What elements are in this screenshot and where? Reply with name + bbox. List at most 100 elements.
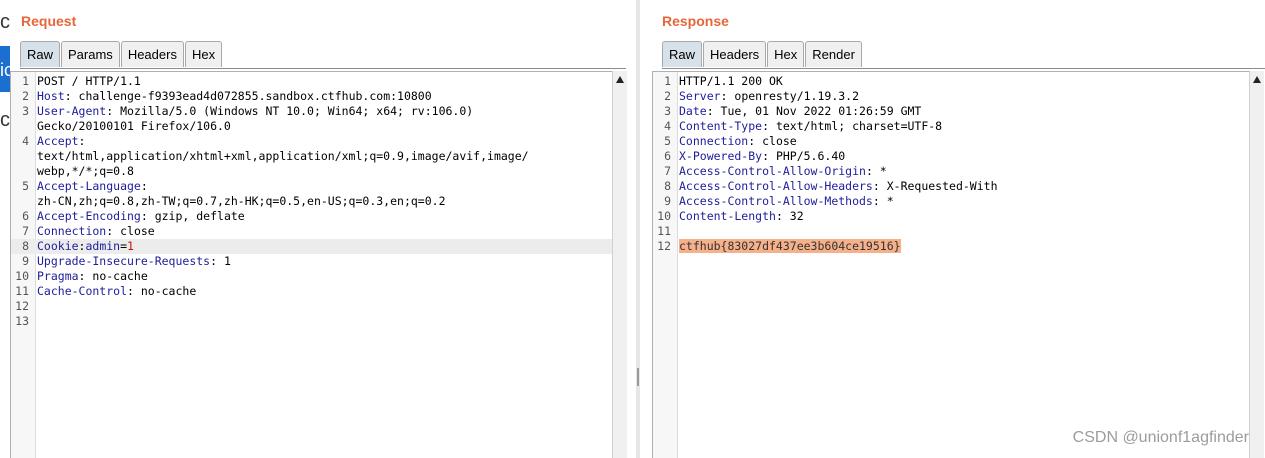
header-name: Upgrade-Insecure-Requests — [37, 254, 211, 268]
line-text: POST / HTTP/1.1 — [37, 74, 141, 89]
code-line: 10 Content-Length: 32 — [653, 209, 1249, 224]
line-number: 11 — [15, 284, 29, 298]
header-name: X-Powered-By — [679, 149, 763, 163]
code-line: 2 Server: openresty/1.19.3.2 — [653, 89, 1249, 104]
code-line: 7 Connection: close — [11, 224, 612, 239]
line-number: 5 — [22, 179, 29, 193]
line-text: Gecko/20100101 Firefox/106.0 — [37, 119, 231, 134]
header-value: zh-CN,zh;q=0.8,zh-TW;q=0.7,zh-HK;q=0.5,e… — [37, 194, 446, 208]
line-text: webp,*/*;q=0.8 — [37, 164, 134, 179]
line-text: Upgrade-Insecure-Requests: 1 — [37, 254, 231, 269]
header-value: : X-Requested-With — [872, 179, 998, 193]
divider-grip[interactable] — [637, 368, 639, 386]
code-line: 4 Accept: — [11, 134, 612, 149]
line-number: 8 — [22, 239, 29, 253]
header-value: : challenge-f9393ead4d072855.sandbox.ctf… — [64, 89, 432, 103]
header-value: : Mozilla/5.0 (Windows NT 10.0; Win64; x… — [106, 104, 474, 118]
response-scrollbar[interactable] — [1249, 71, 1264, 458]
header-value: : — [78, 134, 86, 148]
header-name: Access-Control-Allow-Headers — [679, 179, 873, 193]
header-name: Content-Type — [679, 119, 763, 133]
response-title: Response — [662, 13, 729, 29]
response-tabs: Raw Headers Hex Render — [662, 41, 863, 68]
code-line: 13 — [11, 314, 612, 329]
tab-params[interactable]: Params — [61, 41, 120, 67]
tab-raw[interactable]: Raw — [662, 41, 703, 67]
line-text: User-Agent: Mozilla/5.0 (Windows NT 10.0… — [37, 104, 473, 119]
code-line: webp,*/*;q=0.8 — [11, 164, 612, 179]
request-editor[interactable]: 1 POST / HTTP/1.1 2 Host: challenge-f9393ea… — [10, 71, 612, 458]
header-value: : no-cache — [127, 284, 197, 298]
code-line: 6 X-Powered-By: PHP/5.6.40 — [653, 149, 1249, 164]
line-text: text/html,application/xhtml+xml,applicat… — [37, 149, 529, 164]
tab-headers[interactable]: Headers — [120, 41, 184, 67]
line-number: 3 — [22, 104, 29, 118]
header-value: Gecko/20100101 Firefox/106.0 — [37, 119, 231, 133]
line-number: 12 — [15, 299, 29, 313]
tab-headers[interactable]: Headers — [703, 41, 767, 67]
tab-hex[interactable]: Hex — [184, 41, 223, 67]
line-number: 2 — [664, 89, 671, 103]
header-name: Cookie — [37, 239, 79, 253]
line-text: Accept-Language: — [37, 179, 148, 194]
header-name: Accept — [37, 134, 79, 148]
background-text-fragment: ca — [0, 110, 10, 130]
request-panel: Request Raw Params Headers Hex 1 POST / H… — [10, 0, 636, 458]
header-name: Content-Length — [679, 209, 776, 223]
line-number: 6 — [22, 209, 29, 223]
request-title: Request — [21, 13, 77, 29]
header-value: : * — [872, 194, 894, 208]
header-name: Connection — [679, 134, 749, 148]
header-name: Connection — [37, 224, 107, 238]
line-number: 7 — [22, 224, 29, 238]
line-text: Content-Length: 32 — [679, 209, 804, 224]
tab-render[interactable]: Render — [805, 41, 862, 67]
header-name: admin — [85, 239, 121, 253]
line-number: 7 — [664, 164, 671, 178]
header-value: : PHP/5.6.40 — [762, 149, 846, 163]
code-line: 6 Accept-Encoding: gzip, deflate — [11, 209, 612, 224]
header-name: Host — [37, 89, 65, 103]
line-number: 11 — [657, 224, 671, 238]
header-value: : close — [106, 224, 155, 238]
line-text: ctfhub{83027df437ee3b604ce19516} — [679, 239, 901, 254]
request-tabs: Raw Params Headers Hex — [20, 41, 223, 68]
watermark: CSDN @unionf1agfinder — [1072, 429, 1249, 446]
line-text: Access-Control-Allow-Methods: * — [679, 194, 894, 209]
line-text: Access-Control-Allow-Headers: X-Requeste… — [679, 179, 998, 194]
header-name: Server — [679, 89, 721, 103]
request-lines: 1 POST / HTTP/1.1 2 Host: challenge-f9393ea… — [11, 74, 612, 329]
line-number: 1 — [22, 74, 29, 88]
line-text: Accept: — [37, 134, 85, 149]
line-text: Access-Control-Allow-Origin: * — [679, 164, 887, 179]
line-text: Content-Type: text/html; charset=UTF-8 — [679, 119, 942, 134]
header-value: webp,*/*;q=0.8 — [37, 164, 134, 178]
header-name: Access-Control-Allow-Methods — [679, 194, 873, 208]
tab-hex[interactable]: Hex — [767, 41, 805, 67]
line-text: Server: openresty/1.19.3.2 — [679, 89, 859, 104]
tab-underline — [662, 68, 1265, 69]
line-text: X-Powered-By: PHP/5.6.40 — [679, 149, 845, 164]
request-scrollbar[interactable] — [612, 71, 627, 458]
code-line: text/html,application/xhtml+xml,applicat… — [11, 149, 612, 164]
code-line: 7 Access-Control-Allow-Origin: * — [653, 164, 1249, 179]
line-number: 10 — [657, 209, 671, 223]
response-lines: 1 HTTP/1.1 200 OK 2 Server: openresty/1.19.… — [653, 74, 1249, 254]
tab-underline — [20, 68, 626, 69]
code-line: 4 Content-Type: text/html; charset=UTF-8 — [653, 119, 1249, 134]
arrow-up-icon[interactable] — [1253, 76, 1261, 83]
line-text: Pragma: no-cache — [37, 269, 148, 284]
header-name: Accept-Encoding — [37, 209, 141, 223]
code-line: 3 User-Agent: Mozilla/5.0 (Windows NT 10.… — [11, 104, 612, 119]
line-number: 9 — [22, 254, 29, 268]
line-number: 13 — [15, 314, 29, 328]
tab-raw[interactable]: Raw — [20, 41, 61, 67]
code-line: 5 Accept-Language: — [11, 179, 612, 194]
header-value: : gzip, deflate — [140, 209, 245, 223]
arrow-up-icon[interactable] — [616, 76, 624, 83]
response-editor[interactable]: 1 HTTP/1.1 200 OK 2 Server: openresty/1.19.… — [652, 71, 1249, 458]
code-line: Gecko/20100101 Firefox/106.0 — [11, 119, 612, 134]
line-text: Cookie:admin=1 — [37, 239, 134, 254]
line-number: 1 — [664, 74, 671, 88]
code-line: 3 Date: Tue, 01 Nov 2022 01:26:59 GMT — [653, 104, 1249, 119]
